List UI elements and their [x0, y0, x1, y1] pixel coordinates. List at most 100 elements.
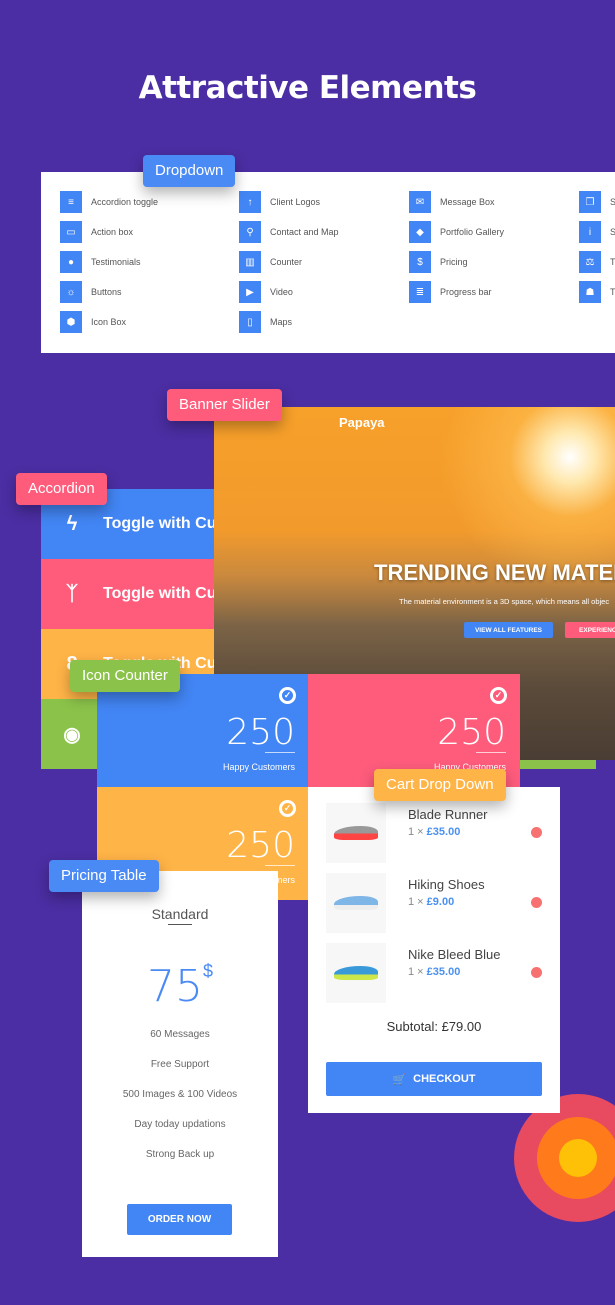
price-currency: $: [202, 961, 213, 981]
dropdown-item-label: Counter: [270, 257, 303, 267]
product-image[interactable]: [326, 803, 386, 863]
dropdown-item-label: Action box: [91, 227, 134, 237]
dropdown-item[interactable]: ⬢ Icon Box: [60, 311, 126, 333]
product-image[interactable]: [326, 873, 386, 933]
counter-value: 250: [437, 712, 506, 753]
comment-icon: ●: [60, 251, 82, 273]
shirt-icon: ↑: [239, 191, 261, 213]
remove-item-button[interactable]: [531, 967, 542, 978]
dropdown-item-label: Testimonials: [91, 257, 141, 267]
dropdown-item[interactable]: iS: [579, 221, 615, 243]
product-name[interactable]: Blade Runner: [408, 807, 488, 822]
order-now-button[interactable]: ORDER NOW: [127, 1204, 232, 1235]
dropdown-item-label: Progress bar: [440, 287, 492, 297]
eye-icon: ◉: [63, 723, 81, 746]
product-price: 1 × £9.00: [408, 896, 455, 908]
counter-label: Happy Customers: [222, 762, 295, 772]
dropdown-item[interactable]: ▯ Maps: [239, 311, 292, 333]
pricing-feature: Strong Back up: [145, 1149, 215, 1160]
dropdown-item-label: Video: [270, 287, 293, 297]
checkout-label: CHECKOUT: [413, 1073, 476, 1085]
dropdown-item-label: Icon Box: [91, 317, 127, 327]
dropdown-item-label: Buttons: [91, 287, 122, 297]
pricing-feature: Day today updations: [134, 1119, 226, 1130]
pricing-feature: Free Support: [150, 1059, 210, 1070]
dropdown-item[interactable]: ✉ Message Box: [409, 191, 495, 213]
align-left-icon: ≣: [409, 281, 431, 303]
dropdown-item[interactable]: ▥ Counter: [239, 251, 302, 273]
dropdown-item[interactable]: ≣ Progress bar: [409, 281, 492, 303]
dropdown-item[interactable]: ≡ Accordion toggle: [60, 191, 158, 213]
dropdown-item-label: Maps: [270, 317, 293, 327]
cart-item: Blade Runner 1 × £35.00: [326, 803, 546, 863]
dropdown-item-label: Portfolio Gallery: [440, 227, 505, 237]
counter-underline: [265, 865, 295, 866]
dropdown-item[interactable]: $ Pricing: [409, 251, 468, 273]
accordion-item-label: Toggle with Cus: [103, 515, 226, 532]
basket-icon: 🛒: [392, 1073, 407, 1086]
list-icon: ≡: [60, 191, 82, 213]
product-name[interactable]: Nike Bleed Blue: [408, 947, 501, 962]
diamond-icon: ◆: [409, 221, 431, 243]
dropdown-item[interactable]: ▭ Action box: [60, 221, 133, 243]
child-icon: ᛉ: [66, 582, 78, 605]
dropdown-item[interactable]: ▶ Video: [239, 281, 293, 303]
product-image[interactable]: [326, 943, 386, 1003]
pricing-table: Standard 75$ 60 Messages Free Support 500 …: [82, 871, 278, 1257]
dropdown-item-label: Client Logos: [270, 197, 321, 207]
remove-item-button[interactable]: [531, 897, 542, 908]
experience-button[interactable]: EXPERIENCE: [565, 622, 615, 638]
lightbulb-icon: ☼: [60, 281, 82, 303]
view-all-features-button[interactable]: VIEW ALL FEATURES: [464, 622, 553, 638]
play-icon: ▶: [239, 281, 261, 303]
plan-divider: [168, 924, 192, 925]
counter-value: 250: [226, 825, 295, 866]
product-name[interactable]: Hiking Shoes: [408, 877, 485, 892]
dropdown-item-label: Accordion toggle: [91, 197, 159, 207]
balance-icon: ⚖: [579, 251, 601, 273]
map-icon: ▯: [239, 311, 261, 333]
banner-slider-label: Banner Slider: [167, 389, 282, 421]
dropdown-item-label: S: [610, 197, 615, 207]
accordion-label: Accordion: [16, 473, 107, 505]
dropdown-item-label: T: [610, 287, 615, 297]
counter-value: 250: [226, 712, 295, 753]
dropdown-item[interactable]: ⚖ T: [579, 251, 615, 273]
bar-chart-icon: ▥: [239, 251, 261, 273]
banner-headline: TRENDING NEW MATER: [374, 560, 615, 585]
dropdown-item[interactable]: ↑ Client Logos: [239, 191, 320, 213]
dropdown-item[interactable]: ⚲ Contact and Map: [239, 221, 339, 243]
cart-dropdown: Blade Runner 1 × £35.00 Hiking Shoes 1 × £9…: [308, 787, 560, 1113]
dropdown-item-label: Pricing: [440, 257, 468, 267]
dropdown-item[interactable]: ❐ S: [579, 191, 615, 213]
cart-subtotal: Subtotal: £79.00: [386, 1019, 482, 1034]
page-title: Attractive Elements: [138, 70, 477, 106]
dropdown-item-label: S: [610, 227, 615, 237]
copy-icon: ❐: [579, 191, 601, 213]
counter-underline: [265, 752, 295, 753]
dropdown-item[interactable]: ● Testimonials: [60, 251, 141, 273]
product-price: 1 × £35.00: [408, 826, 461, 838]
dropdown-item[interactable]: ☗ T: [579, 281, 615, 303]
decorative-circle-inner: [559, 1139, 597, 1177]
banner-brand[interactable]: Papaya: [339, 415, 385, 430]
remove-item-button[interactable]: [531, 827, 542, 838]
dropdown-menu: ≡ Accordion toggle ▭ Action box ● Testimonial…: [41, 172, 615, 353]
dropdown-item-label: Contact and Map: [270, 227, 339, 237]
accordion-item-label: Toggle with Cus: [103, 585, 226, 602]
counter-underline: [476, 752, 506, 753]
cube-icon: ⬢: [60, 311, 82, 333]
checkout-button[interactable]: 🛒 CHECKOUT: [326, 1062, 542, 1096]
dropdown-item[interactable]: ☼ Buttons: [60, 281, 122, 303]
dropdown-item-label: T: [610, 257, 615, 267]
plan-price: 75$: [82, 961, 278, 1012]
check-circle-icon: ✓: [279, 687, 296, 704]
check-circle-icon: ✓: [279, 800, 296, 817]
users-icon: ☗: [579, 281, 601, 303]
bolt-icon: ϟ: [66, 512, 78, 535]
pricing-feature: 500 Images & 100 Videos: [122, 1089, 238, 1100]
pricing-feature: 60 Messages: [150, 1029, 210, 1040]
check-circle-icon: ✓: [490, 687, 507, 704]
dropdown-item[interactable]: ◆ Portfolio Gallery: [409, 221, 504, 243]
dropdown-item-label: Message Box: [440, 197, 495, 207]
